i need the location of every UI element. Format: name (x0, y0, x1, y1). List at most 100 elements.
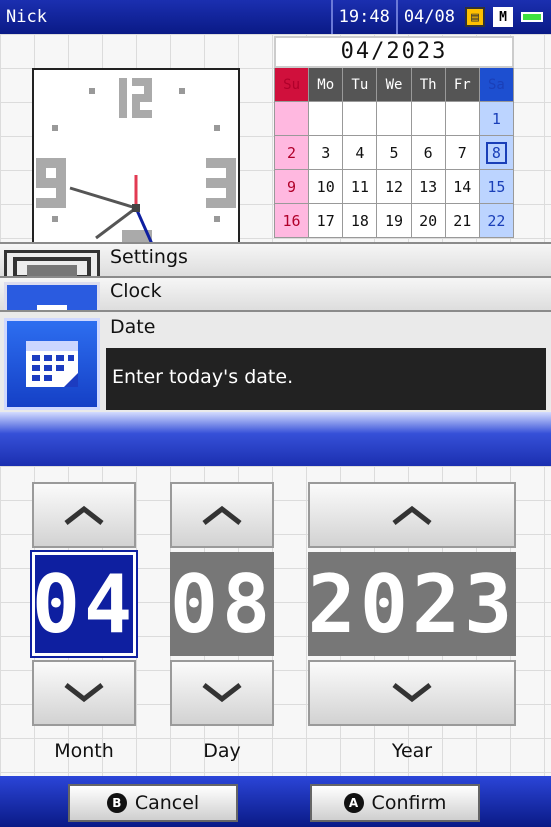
calendar-day: 16 (275, 204, 310, 238)
year-up-button[interactable] (308, 482, 516, 548)
status-bar: Nick 19:48 04/08 ▤ M (0, 0, 551, 34)
menu-item-settings[interactable]: Settings (0, 242, 551, 280)
year-spinner: 2023 Year (308, 482, 516, 772)
chevron-up-icon (64, 505, 104, 525)
calendar-day (377, 102, 412, 136)
calendar-day: 6 (411, 136, 446, 170)
calendar-day-number: 14 (453, 177, 472, 196)
month-value[interactable]: 04 (30, 550, 138, 658)
confirm-button-label: Confirm (371, 792, 447, 814)
calendar-day (445, 102, 480, 136)
calendar-day: 15 (479, 170, 514, 204)
calendar-day-number: 12 (384, 177, 404, 196)
b-button-icon: B (106, 793, 127, 813)
date-picker: 04 Month 08 Day 2023 Year (0, 466, 551, 776)
day-caption: Day (203, 740, 241, 762)
weekday-header: Fr (445, 68, 480, 102)
calendar-day: 7 (445, 136, 480, 170)
calendar-day: 12 (377, 170, 412, 204)
calendar-day-number: 15 (487, 177, 506, 196)
calendar-day: 18 (343, 204, 378, 238)
menu-item-clock-label: Clock (110, 280, 162, 302)
menu-item-settings-label: Settings (110, 246, 188, 268)
calendar-day-number: 22 (487, 211, 506, 230)
calendar-day-number: 6 (423, 143, 433, 162)
menu-item-clock[interactable]: Clock (0, 276, 551, 314)
calendar: 04/2023 Su Mo Tu We Th Fr Sa 1 2 3 4 5 6 7 8 9 10 11 12 13 1… (274, 36, 514, 242)
mode-icon: M (493, 7, 513, 27)
weekday-header: Sa (479, 68, 514, 102)
calendar-day-number: 1 (491, 109, 501, 128)
calendar-day-number: 13 (419, 177, 438, 196)
chevron-up-icon (392, 505, 432, 525)
calendar-day-number: 18 (350, 211, 369, 230)
cancel-button-label: Cancel (134, 792, 200, 814)
calendar-day-number: 9 (287, 177, 297, 196)
calendar-day: 1 (479, 102, 514, 136)
calendar-day: 13 (411, 170, 446, 204)
menu-item-date[interactable]: Date Enter today's date. (0, 310, 551, 412)
status-date: 04/08 (395, 0, 461, 34)
calendar-day-number: 11 (350, 177, 369, 196)
year-caption: Year (391, 740, 433, 762)
calendar-day: 2 (275, 136, 310, 170)
a-button-icon: A (343, 793, 364, 813)
calendar-day: 20 (411, 204, 446, 238)
weekday-header: We (377, 68, 412, 102)
top-screen: 04/2023 Su Mo Tu We Th Fr Sa 1 2 3 4 5 6 7 8 9 10 11 12 13 1… (0, 34, 551, 244)
calendar-day: 19 (377, 204, 412, 238)
year-value[interactable]: 2023 (308, 552, 516, 656)
calendar-day: 4 (343, 136, 378, 170)
calendar-day-number: 7 (457, 143, 467, 162)
chevron-down-icon (392, 683, 432, 703)
battery-icon (521, 12, 543, 22)
month-down-button[interactable] (32, 660, 136, 726)
calendar-day-number: 3 (321, 143, 331, 162)
notebook-icon: ▤ (465, 7, 485, 27)
calendar-icon (4, 318, 100, 410)
calendar-day: 21 (445, 204, 480, 238)
analog-clock (32, 68, 240, 244)
user-name: Nick (6, 7, 47, 27)
calendar-day: 22 (479, 204, 514, 238)
calendar-day-number: 8 (485, 141, 507, 164)
calendar-month-label: 04/2023 (274, 36, 514, 68)
menu-item-date-label: Date (110, 316, 156, 338)
day-up-button[interactable] (170, 482, 274, 548)
day-value[interactable]: 08 (170, 552, 274, 656)
calendar-day: 10 (309, 170, 344, 204)
calendar-day: 8 (479, 136, 514, 170)
calendar-day (343, 102, 378, 136)
calendar-grid: Su Mo Tu We Th Fr Sa 1 2 3 4 5 6 7 8 9 10 11 12 13 14 15 16 17 1… (274, 68, 514, 238)
cancel-button[interactable]: B Cancel (68, 784, 238, 822)
calendar-day-number: 19 (384, 211, 404, 230)
calendar-day: 3 (309, 136, 344, 170)
calendar-day: 14 (445, 170, 480, 204)
calendar-day (411, 102, 446, 136)
calendar-day-number: 20 (419, 211, 438, 230)
calendar-day: 11 (343, 170, 378, 204)
confirm-button[interactable]: A Confirm (310, 784, 480, 822)
day-down-button[interactable] (170, 660, 274, 726)
year-down-button[interactable] (308, 660, 516, 726)
bottom-bar: B Cancel A Confirm (0, 776, 551, 827)
calendar-day (309, 102, 344, 136)
divider-band (0, 412, 551, 466)
calendar-day: 17 (309, 204, 344, 238)
status-time: 19:48 (330, 0, 396, 34)
calendar-day (275, 102, 310, 136)
weekday-header: Su (275, 68, 310, 102)
calendar-day-number: 5 (389, 143, 399, 162)
day-spinner: 08 Day (170, 482, 274, 772)
month-caption: Month (54, 740, 114, 762)
weekday-header: Th (411, 68, 446, 102)
chevron-down-icon (64, 683, 104, 703)
month-up-button[interactable] (32, 482, 136, 548)
weekday-header: Tu (343, 68, 378, 102)
calendar-day: 9 (275, 170, 310, 204)
calendar-day: 5 (377, 136, 412, 170)
calendar-day-number: 2 (287, 143, 297, 162)
calendar-day-number: 4 (355, 143, 365, 162)
calendar-day-number: 17 (316, 211, 335, 230)
chevron-up-icon (202, 505, 242, 525)
